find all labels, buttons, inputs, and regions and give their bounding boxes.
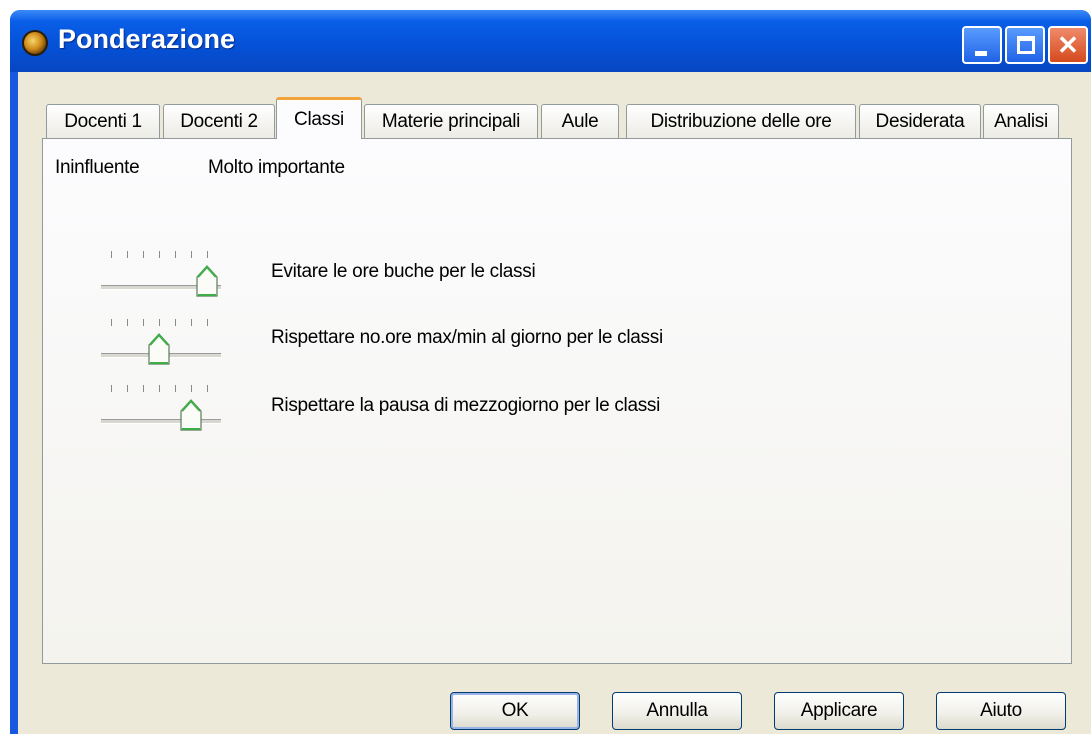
slider-tick: [191, 319, 192, 326]
minimize-icon: [975, 51, 987, 56]
slider-no-ore-max-min[interactable]: [101, 319, 231, 369]
slider-track[interactable]: [101, 419, 221, 424]
slider-tick: [111, 319, 112, 326]
slider-label-no-ore-max-min: Rispettare no.ore max/min al giorno per …: [271, 327, 663, 348]
slider-thumb[interactable]: [148, 333, 170, 365]
slider-tick: [175, 251, 176, 258]
title-bar[interactable]: Ponderazione ✕: [10, 10, 1091, 72]
slider-ticks: [101, 385, 221, 393]
cancel-button[interactable]: Annulla: [612, 692, 742, 730]
tab-docenti-1[interactable]: Docenti 1: [46, 104, 160, 138]
slider-ticks: [101, 251, 221, 259]
tab-classi[interactable]: Classi: [276, 97, 362, 139]
close-icon: ✕: [1057, 29, 1079, 60]
close-button[interactable]: ✕: [1048, 26, 1088, 64]
tab-distribuzione-delle-ore[interactable]: Distribuzione delle ore: [626, 104, 856, 138]
tab-desiderata[interactable]: Desiderata: [859, 104, 981, 138]
scale-high-label: Molto importante: [208, 157, 345, 178]
tab-analisi[interactable]: Analisi: [983, 104, 1059, 138]
slider-tick: [191, 251, 192, 258]
apply-button[interactable]: Applicare: [774, 692, 904, 730]
slider-tick: [207, 251, 208, 258]
slider-thumb[interactable]: [196, 265, 218, 297]
ok-button[interactable]: OK: [450, 692, 580, 730]
slider-tick: [143, 319, 144, 326]
help-button[interactable]: Aiuto: [936, 692, 1066, 730]
slider-tick: [143, 251, 144, 258]
tab-materie-principali[interactable]: Materie principali: [364, 104, 538, 138]
slider-thumb[interactable]: [180, 399, 202, 431]
slider-tick: [175, 319, 176, 326]
slider-tick: [159, 319, 160, 326]
slider-label-evitare-ore-buche: Evitare le ore buche per le classi: [271, 261, 536, 282]
slider-tick: [127, 319, 128, 326]
slider-tick: [207, 319, 208, 326]
tab-docenti-2[interactable]: Docenti 2: [163, 104, 275, 138]
slider-tick: [143, 385, 144, 392]
slider-evitare-ore-buche[interactable]: [101, 251, 231, 301]
window-title: Ponderazione: [58, 24, 236, 54]
minimize-button[interactable]: [962, 26, 1002, 64]
slider-tick: [159, 251, 160, 258]
app-icon: [22, 30, 48, 56]
slider-tick: [207, 385, 208, 392]
slider-tick: [111, 251, 112, 258]
tab-panel-classi: Ininfluente Molto importante Evitare le …: [42, 138, 1072, 664]
maximize-icon: [1017, 36, 1035, 54]
maximize-button[interactable]: [1005, 26, 1045, 64]
slider-pausa-mezzogiorno[interactable]: [101, 385, 231, 435]
slider-tick: [111, 385, 112, 392]
dialog-window: Ponderazione ✕ Docenti 1 Docenti 2 Class…: [10, 10, 1091, 734]
scale-low-label: Ininfluente: [55, 157, 140, 178]
slider-ticks: [101, 319, 221, 327]
slider-tick: [175, 385, 176, 392]
dialog-client-area: Docenti 1 Docenti 2 Classi Materie princ…: [18, 72, 1091, 734]
slider-tick: [159, 385, 160, 392]
slider-label-pausa-mezzogiorno: Rispettare la pausa di mezzogiorno per l…: [271, 395, 661, 416]
slider-tick: [127, 385, 128, 392]
slider-tick: [191, 385, 192, 392]
slider-tick: [127, 251, 128, 258]
tab-aule[interactable]: Aule: [541, 104, 619, 138]
